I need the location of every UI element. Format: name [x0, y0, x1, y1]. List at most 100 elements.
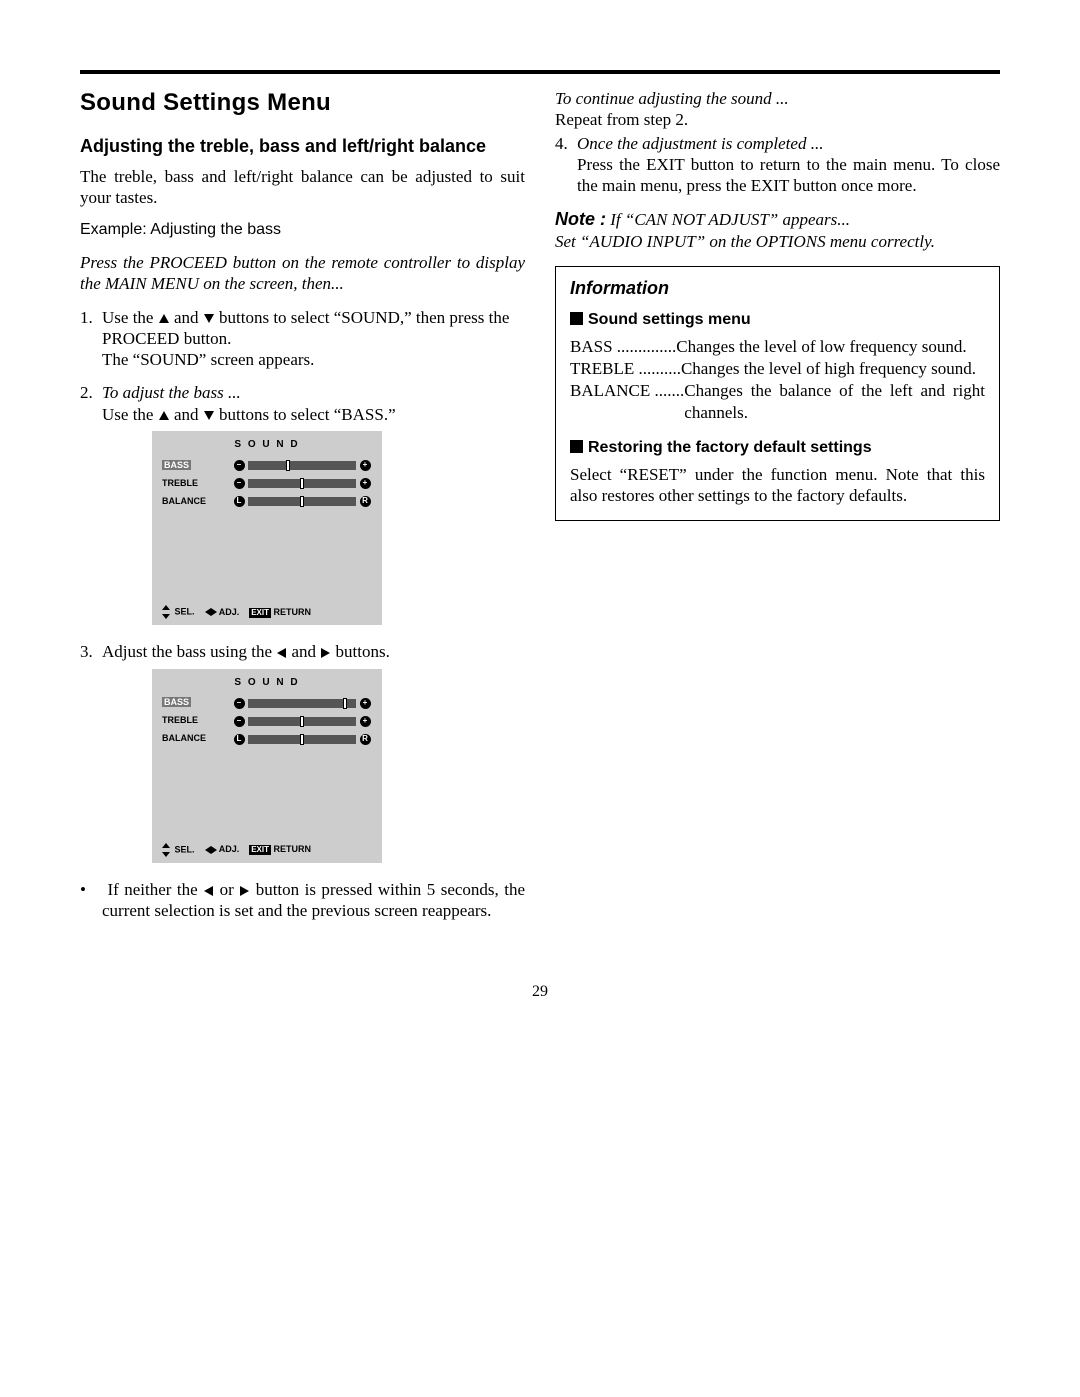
osd-screen-1: S O U N D BASS – + TREBLE – + BALAN: [152, 431, 382, 626]
reset-body: Select “RESET” under the function menu. …: [570, 464, 985, 507]
r-icon: R: [360, 496, 371, 507]
page-number: 29: [80, 982, 1000, 1002]
minus-icon: –: [234, 698, 245, 709]
osd-title: S O U N D: [162, 677, 372, 690]
section-title: Sound Settings Menu: [80, 88, 525, 118]
osd-balance-bar: [248, 497, 356, 506]
osd-row-bass: BASS – +: [162, 695, 372, 711]
press-proceed-paragraph: Press the PROCEED button on the remote c…: [80, 252, 525, 295]
step1-text-d: The “SOUND” screen appears.: [102, 350, 314, 369]
bullet-text-a: If neither the: [107, 880, 203, 899]
minus-icon: –: [234, 716, 245, 727]
osd-row-treble: TREBLE – +: [162, 475, 372, 491]
two-column-layout: Sound Settings Menu Adjusting the treble…: [80, 88, 1000, 932]
down-triangle-icon: [204, 411, 214, 420]
r-icon: R: [360, 734, 371, 745]
definition-list: BASS .............. Changes the level of…: [570, 336, 985, 424]
plus-icon: +: [360, 478, 371, 489]
osd-sel-label: SEL.: [175, 607, 195, 617]
osd-return-label: RETURN: [274, 607, 312, 617]
osd-adj-label: ADJ.: [219, 844, 240, 854]
note-line2: Set “AUDIO INPUT” on the OPTIONS menu co…: [555, 232, 935, 251]
osd-row-bass: BASS – +: [162, 457, 372, 473]
def-treble: TREBLE .......... Changes the level of h…: [570, 358, 985, 380]
left-triangle-icon: [277, 648, 286, 658]
osd-row-balance: BALANCE L R: [162, 731, 372, 747]
osd-row-treble: TREBLE – +: [162, 713, 372, 729]
example-label: Example: Adjusting the bass: [80, 220, 525, 240]
def-treble-term: TREBLE ..........: [570, 358, 681, 380]
osd-balance-label: BALANCE: [162, 733, 206, 743]
minus-icon: –: [234, 460, 245, 471]
def-bass-term: BASS ..............: [570, 336, 676, 358]
left-column: Sound Settings Menu Adjusting the treble…: [80, 88, 525, 932]
information-box: Information Sound settings menu BASS ...…: [555, 266, 1000, 521]
step-2: 2.To adjust the bass ... Use the and but…: [80, 382, 525, 625]
exit-icon: EXIT: [249, 608, 271, 618]
up-triangle-icon: [159, 314, 169, 323]
down-triangle-icon: [204, 314, 214, 323]
plus-icon: +: [360, 716, 371, 727]
subheading: Adjusting the treble, bass and left/righ…: [80, 136, 525, 158]
osd-bass-bar: [248, 699, 356, 708]
info-title: Information: [570, 277, 985, 300]
right-column: To continue adjusting the sound ... Repe…: [555, 88, 1000, 932]
step-4: 4.Once the adjustment is completed ... P…: [555, 133, 1000, 197]
updown-icon: [162, 843, 172, 857]
def-treble-desc: Changes the level of high frequency soun…: [681, 358, 985, 380]
osd-footer: SEL. ADJ. EXIT RETURN: [162, 605, 372, 619]
continue-body: Repeat from step 2.: [555, 110, 688, 129]
left-triangle-icon: [204, 886, 213, 896]
square-bullet-icon: [570, 440, 583, 453]
continue-head: To continue adjusting the sound ...: [555, 89, 789, 108]
osd-footer: SEL. ADJ. EXIT RETURN: [162, 843, 372, 857]
step1-text-a: Use the: [102, 308, 158, 327]
osd-treble-label: TREBLE: [162, 715, 198, 725]
osd-balance-bar: [248, 735, 356, 744]
step3-text-a: Adjust the bass using the: [102, 642, 276, 661]
bullet-text-b: or: [214, 880, 239, 899]
osd-treble-label: TREBLE: [162, 478, 198, 488]
plus-icon: +: [360, 698, 371, 709]
steps-list: 1.Use the and buttons to select “SOUND,”…: [80, 307, 525, 864]
osd-bass-label: BASS: [162, 460, 191, 470]
step3-text-c: buttons.: [331, 642, 390, 661]
right-icon: [211, 846, 217, 854]
continue-block: To continue adjusting the sound ... Repe…: [555, 88, 1000, 131]
info-subhead-2: Restoring the factory default settings: [570, 438, 985, 458]
step3-text-b: and: [287, 642, 320, 661]
info-sub2-text: Restoring the factory default settings: [588, 439, 872, 456]
up-triangle-icon: [159, 411, 169, 420]
step-1: 1.Use the and buttons to select “SOUND,”…: [80, 307, 525, 371]
top-rule: [80, 70, 1000, 74]
osd-treble-bar: [248, 479, 356, 488]
step-3: 3.Adjust the bass using the and buttons.…: [80, 641, 525, 863]
def-balance-desc: Changes the balance of the left and righ…: [684, 380, 985, 424]
step2-text-b: and: [170, 405, 203, 424]
updown-icon: [162, 605, 172, 619]
square-bullet-icon: [570, 312, 583, 325]
osd-title: S O U N D: [162, 439, 372, 452]
l-icon: L: [234, 496, 245, 507]
def-bass: BASS .............. Changes the level of…: [570, 336, 985, 358]
info-sub1-text: Sound settings menu: [588, 311, 751, 328]
def-balance-term: BALANCE .......: [570, 380, 684, 424]
osd-return-label: RETURN: [274, 844, 312, 854]
osd-bass-bar: [248, 461, 356, 470]
note-line1: If “CAN NOT ADJUST” appears...: [606, 210, 850, 229]
note-label: Note :: [555, 209, 606, 229]
l-icon: L: [234, 734, 245, 745]
osd-screen-2: S O U N D BASS – + TREBLE – + BALAN: [152, 669, 382, 864]
right-icon: [211, 608, 217, 616]
step4-head: Once the adjustment is completed ...: [577, 134, 823, 153]
minus-icon: –: [234, 478, 245, 489]
step1-text-b: and: [170, 308, 203, 327]
step2-text-a: Use the: [102, 405, 158, 424]
osd-sel-label: SEL.: [175, 844, 195, 854]
osd-balance-label: BALANCE: [162, 496, 206, 506]
osd-bass-label: BASS: [162, 697, 191, 707]
note-block: Note : If “CAN NOT ADJUST” appears... Se…: [555, 208, 1000, 252]
osd-adj-label: ADJ.: [219, 607, 240, 617]
timeout-note: If neither the or button is pressed with…: [80, 879, 525, 922]
step4-list: 4.Once the adjustment is completed ... P…: [555, 133, 1000, 197]
